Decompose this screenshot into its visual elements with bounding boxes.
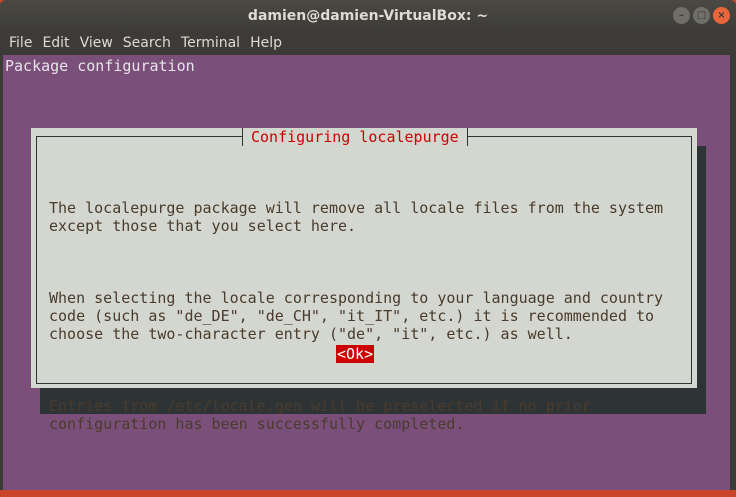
maximize-button[interactable]: □ [693, 7, 710, 24]
title-bar[interactable]: damien@damien-VirtualBox: ~ – □ × [0, 0, 736, 32]
menu-terminal[interactable]: Terminal [176, 32, 245, 55]
minimize-button[interactable]: – [673, 7, 690, 24]
dialog-paragraph: The localepurge package will remove all … [49, 199, 664, 235]
dialog-paragraph: Entries from /etc/locale.gen will be pre… [49, 397, 591, 433]
dialog-body: The localepurge package will remove all … [49, 163, 663, 487]
menu-view[interactable]: View [75, 32, 118, 55]
menu-bar: File Edit View Search Terminal Help [0, 32, 736, 55]
dialog-title: Configuring localepurge [242, 128, 468, 146]
window-title: damien@damien-VirtualBox: ~ [247, 8, 489, 24]
dialog-paragraph: When selecting the locale corresponding … [49, 289, 664, 343]
localepurge-dialog: Configuring localepurge The localepurge … [31, 128, 697, 433]
terminal-area[interactable]: Package configuration Configuring locale… [3, 55, 730, 490]
menu-search[interactable]: Search [118, 32, 176, 55]
menu-help[interactable]: Help [245, 32, 287, 55]
terminal-window: damien@damien-VirtualBox: ~ – □ × File E… [0, 0, 736, 490]
package-config-header: Package configuration [5, 57, 195, 75]
ok-button[interactable]: <Ok> [336, 345, 375, 363]
menu-file[interactable]: File [4, 32, 37, 55]
menu-edit[interactable]: Edit [37, 32, 74, 55]
close-button[interactable]: × [713, 7, 730, 24]
